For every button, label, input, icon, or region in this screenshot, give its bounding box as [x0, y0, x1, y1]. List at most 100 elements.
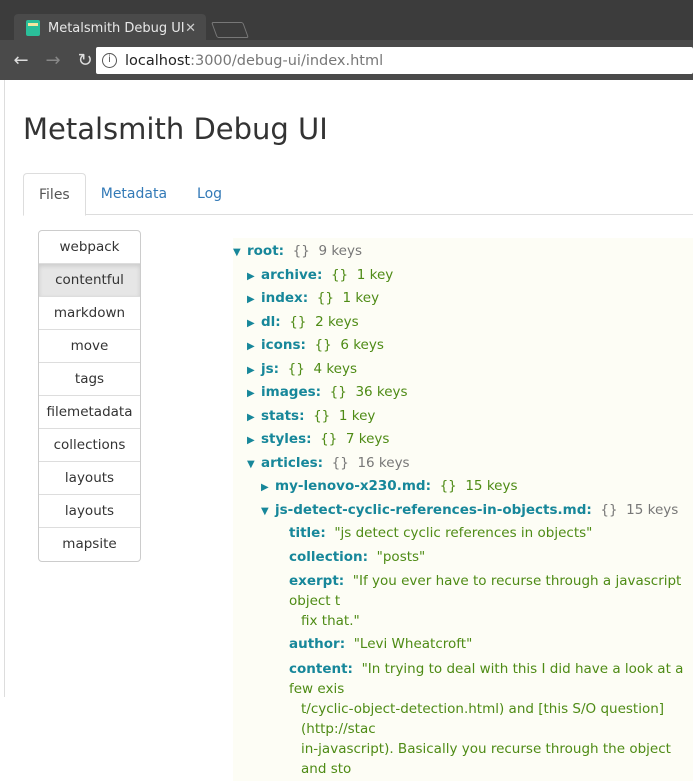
node-count: 7 keys — [345, 431, 390, 447]
tree-node-article[interactable]: ▼ js-detect-cyclic-references-in-objects.… — [233, 499, 693, 523]
node-count: 9 keys — [318, 243, 362, 259]
plugin-item[interactable]: mapsite — [39, 528, 140, 561]
node-key: archive: — [261, 266, 323, 283]
tree-node[interactable]: ▶ archive: {} 1 key — [233, 264, 693, 288]
field-key: author: — [289, 636, 346, 652]
url-host: localhost — [125, 52, 191, 69]
back-icon[interactable]: ← — [10, 50, 32, 71]
field-key: content: — [289, 660, 353, 677]
field-value: "js detect cyclic references in objects" — [334, 525, 593, 541]
browser-chrome: Metalsmith Debug UI ✕ ← → ↻ i localhost:… — [0, 0, 693, 80]
tab-files[interactable]: Files — [23, 173, 86, 216]
field-title: title: "js detect cyclic references in o… — [233, 522, 693, 546]
field-key: exerpt: — [289, 573, 345, 589]
tree-node[interactable]: ▶ stats: {} 1 key — [233, 405, 693, 429]
plugin-list: webpack contentful markdown move tags fi… — [38, 230, 141, 562]
node-key: index: — [261, 290, 309, 306]
tree-node[interactable]: ▶ dl: {} 2 keys — [233, 311, 693, 335]
node-count: 1 key — [356, 266, 394, 283]
field-key: collection: — [289, 548, 369, 565]
node-type: {} — [287, 360, 305, 377]
node-key: stats: — [261, 407, 305, 424]
node-type: {} — [316, 290, 334, 306]
forward-icon[interactable]: → — [42, 50, 64, 71]
plugin-item[interactable]: tags — [39, 363, 140, 396]
node-key: styles: — [261, 431, 312, 447]
node-type: {} — [292, 243, 310, 259]
node-count: 36 keys — [355, 384, 408, 400]
tree-node[interactable]: ▶ index: {} 1 key — [233, 287, 693, 311]
plugin-item[interactable]: collections — [39, 429, 140, 462]
node-type: {} — [439, 478, 457, 494]
tree-node[interactable]: ▶ js: {} 4 keys — [233, 358, 693, 382]
close-tab-icon[interactable]: ✕ — [185, 21, 196, 36]
collapsed-arrow-icon[interactable]: ▶ — [247, 406, 261, 430]
field-value-cont: in-javascript). Basically you recurse th… — [301, 740, 671, 777]
node-count: 1 key — [338, 407, 376, 424]
node-count: 6 keys — [340, 337, 384, 353]
node-count: 16 keys — [357, 454, 410, 471]
node-type: {} — [330, 266, 349, 283]
field-value: "If you ever have to recurse through a j… — [289, 573, 682, 609]
collapsed-arrow-icon[interactable]: ▶ — [247, 335, 261, 359]
node-key: my-lenovo-x230.md: — [275, 478, 431, 494]
tab-log[interactable]: Log — [182, 173, 237, 214]
tree-node[interactable]: ▶ icons: {} 6 keys — [233, 334, 693, 358]
node-type: {} — [331, 454, 349, 471]
address-bar[interactable]: i localhost:3000/debug-ui/index.html — [96, 47, 693, 74]
node-count: 15 keys — [465, 478, 518, 494]
tree-node-articles[interactable]: ▼ articles: {} 16 keys — [233, 452, 693, 476]
node-count: 1 key — [342, 290, 380, 306]
url-path: :3000/debug-ui/index.html — [190, 52, 384, 69]
tree-node[interactable]: ▶ images: {} 36 keys — [233, 381, 693, 405]
tree-node-root[interactable]: ▼ root: {} 9 keys — [233, 240, 693, 264]
main-tabs: Files Metadata Log — [23, 173, 693, 216]
plugin-item[interactable]: layouts — [39, 495, 140, 528]
node-type: {} — [600, 501, 618, 518]
collapsed-arrow-icon[interactable]: ▶ — [247, 312, 261, 336]
expanded-arrow-icon[interactable]: ▼ — [261, 500, 275, 524]
expanded-arrow-icon[interactable]: ▼ — [247, 453, 261, 477]
collapsed-arrow-icon[interactable]: ▶ — [247, 359, 261, 383]
node-key: root: — [247, 243, 285, 259]
node-type: {} — [313, 407, 331, 424]
node-key: js: — [261, 360, 280, 377]
collapsed-arrow-icon[interactable]: ▶ — [247, 265, 261, 289]
tree-node[interactable]: ▶ styles: {} 7 keys — [233, 428, 693, 452]
field-collection: collection: "posts" — [233, 546, 693, 570]
expanded-arrow-icon[interactable]: ▼ — [233, 241, 247, 265]
field-value: "posts" — [376, 548, 426, 565]
field-value: "Levi Wheatcroft" — [353, 636, 473, 652]
tree-node-article[interactable]: ▶ my-lenovo-x230.md: {} 15 keys — [233, 475, 693, 499]
favicon-icon — [26, 20, 40, 36]
reload-icon[interactable]: ↻ — [74, 50, 96, 71]
plugin-item[interactable]: move — [39, 330, 140, 363]
node-key: js-detect-cyclic-references-in-objects.m… — [275, 501, 592, 518]
node-count: 2 keys — [315, 313, 359, 330]
collapsed-arrow-icon[interactable]: ▶ — [247, 429, 261, 453]
page-title: Metalsmith Debug UI — [23, 112, 328, 146]
node-type: {} — [320, 431, 338, 447]
node-type: {} — [314, 337, 332, 353]
node-key: articles: — [261, 454, 324, 471]
info-icon[interactable]: i — [102, 53, 117, 68]
tab-metadata[interactable]: Metadata — [86, 173, 182, 214]
plugin-item[interactable]: filemetadata — [39, 396, 140, 429]
plugin-item-selected[interactable]: contentful — [39, 264, 140, 297]
plugin-item[interactable]: layouts — [39, 462, 140, 495]
plugin-item[interactable]: webpack — [39, 231, 140, 264]
new-tab-button[interactable] — [211, 22, 249, 38]
collapsed-arrow-icon[interactable]: ▶ — [261, 476, 275, 500]
field-value-cont: fix that." — [301, 613, 360, 629]
collapsed-arrow-icon[interactable]: ▶ — [247, 382, 261, 406]
browser-toolbar: ← → ↻ i localhost:3000/debug-ui/index.ht… — [0, 40, 693, 80]
json-tree: ▼ root: {} 9 keys ▶ archive: {} 1 key ▶ inde… — [233, 238, 693, 781]
node-count: 15 keys — [626, 501, 679, 518]
browser-tab[interactable]: Metalsmith Debug UI ✕ — [14, 14, 206, 42]
collapsed-arrow-icon[interactable]: ▶ — [247, 288, 261, 312]
field-value-cont: t/cyclic-object-detection.html) and [thi… — [301, 700, 665, 737]
node-key: icons: — [261, 337, 306, 353]
node-type: {} — [289, 313, 307, 330]
plugin-item[interactable]: markdown — [39, 297, 140, 330]
node-count: 4 keys — [313, 360, 357, 377]
